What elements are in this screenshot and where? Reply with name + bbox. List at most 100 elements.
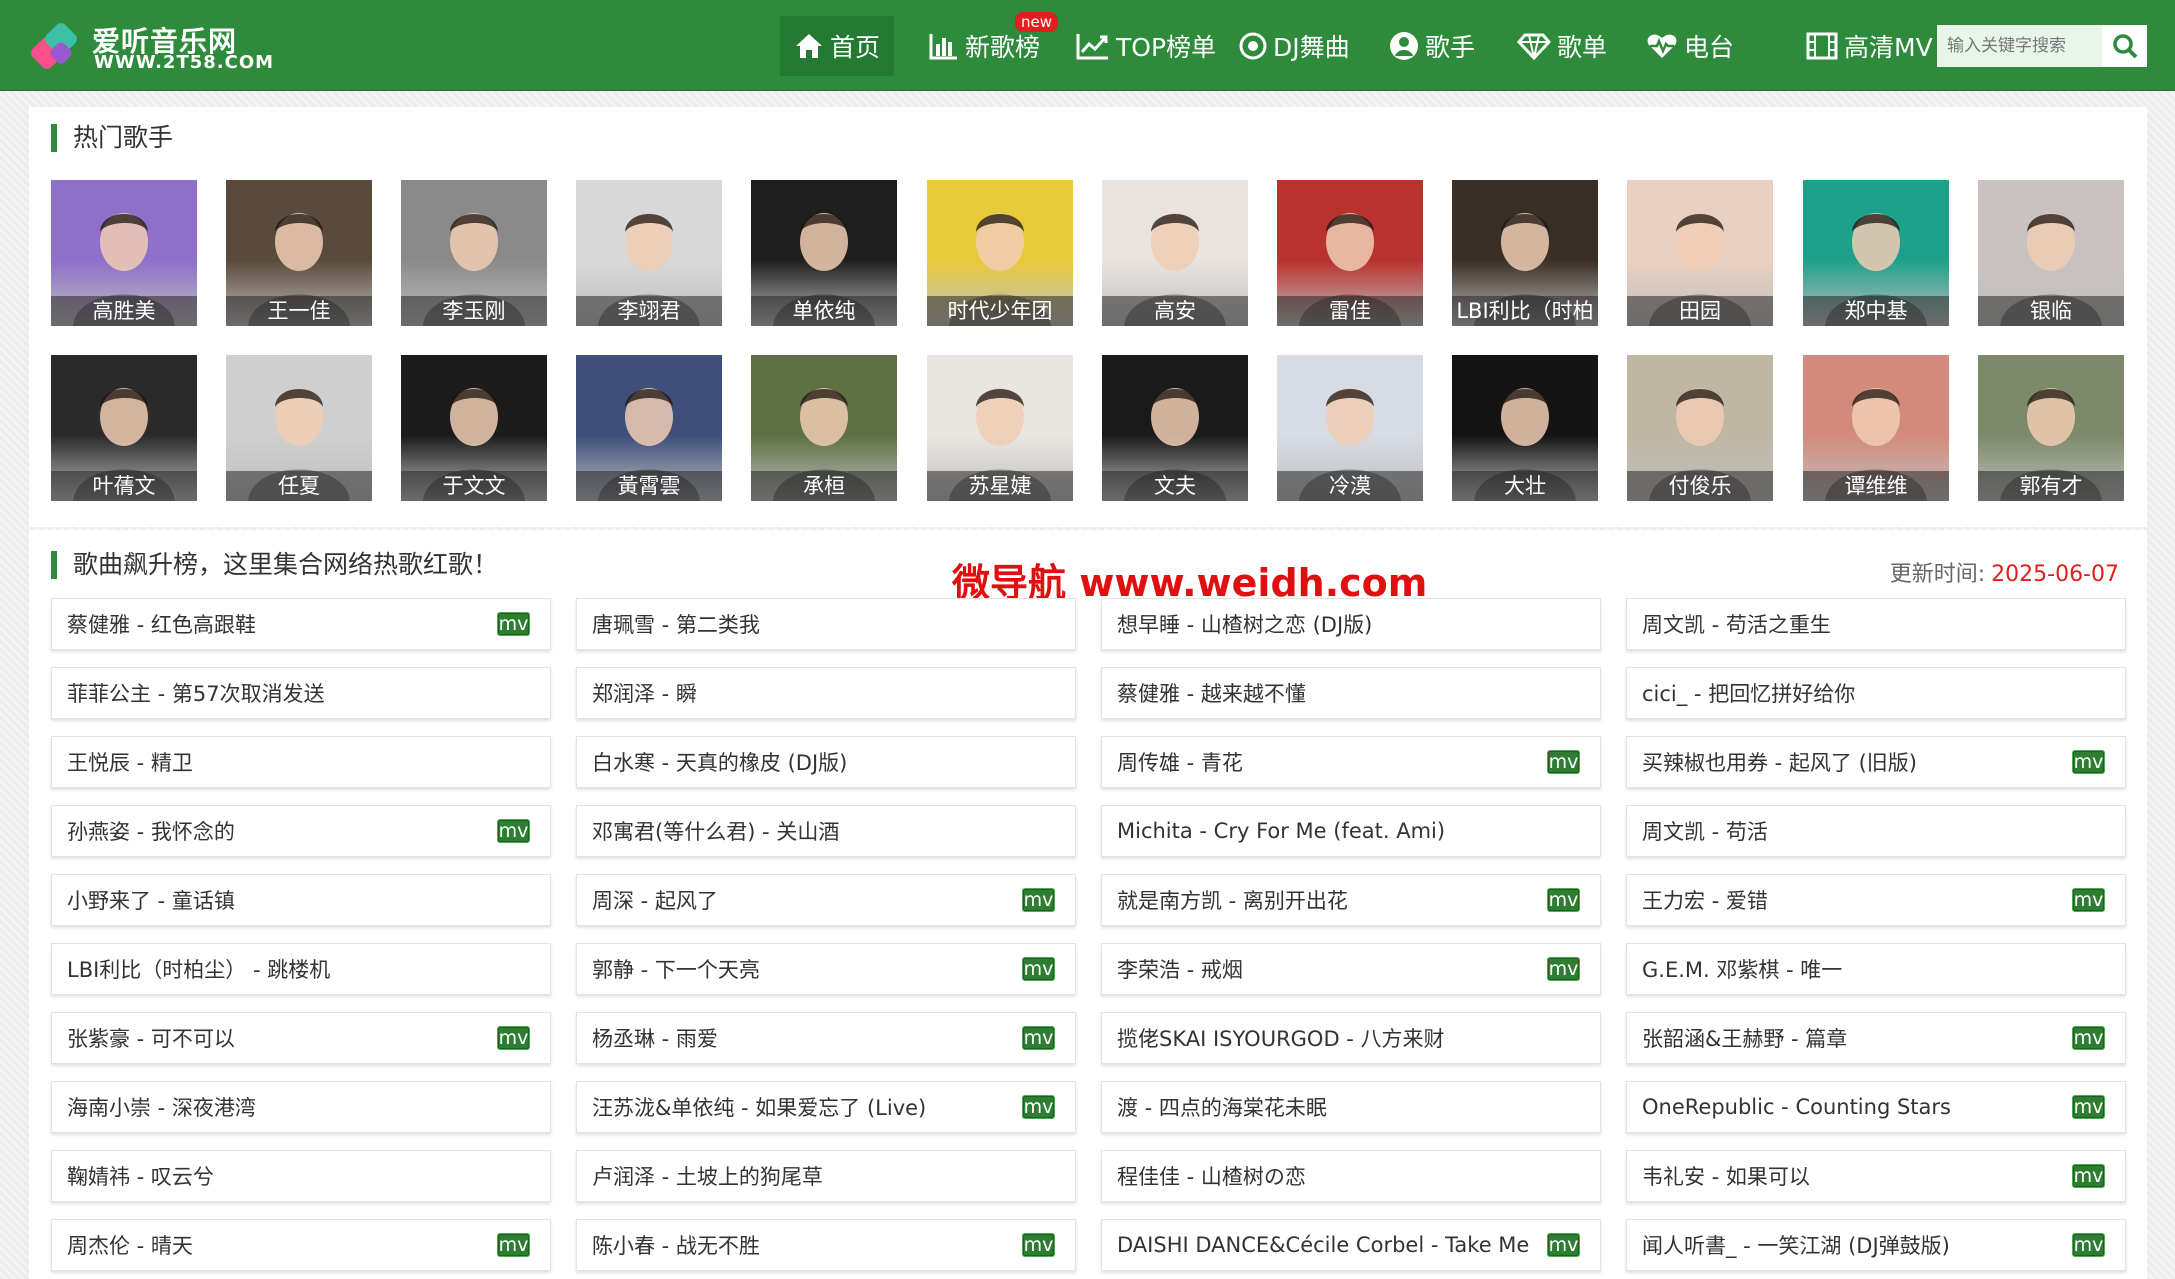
artist-card[interactable]: 李翊君 (576, 180, 722, 326)
nav-new-songs[interactable]: 新歌榜 new (915, 12, 1059, 76)
song-item[interactable]: 郑润泽 - 瞬 (576, 667, 1076, 719)
song-item[interactable]: 邓寓君(等什么君) - 关山酒 (576, 805, 1076, 857)
mv-badge[interactable]: mv (1022, 1095, 1055, 1119)
song-item[interactable]: DAISHI DANCE&Cécile Corbel - Take Me mv (1101, 1219, 1601, 1271)
search-button[interactable] (2102, 25, 2147, 67)
mv-badge[interactable]: mv (2072, 1233, 2105, 1257)
song-item[interactable]: 郭静 - 下一个天亮 mv (576, 943, 1076, 995)
site-logo[interactable]: 爱听音乐网 WWW.2T58.COM (30, 18, 273, 76)
artist-card[interactable]: 黃霄雲 (576, 355, 722, 501)
song-item[interactable]: LBI利比（时柏尘） - 跳楼机 (51, 943, 551, 995)
nav-hd-mv[interactable]: 高清MV (1792, 16, 1947, 76)
song-item[interactable]: 孙燕姿 - 我怀念的 mv (51, 805, 551, 857)
song-item[interactable]: 周深 - 起风了 mv (576, 874, 1076, 926)
mv-badge[interactable]: mv (497, 1026, 530, 1050)
mv-badge[interactable]: mv (2072, 1164, 2105, 1188)
search-box (1937, 25, 2147, 67)
artist-card[interactable]: 谭维维 (1803, 355, 1949, 501)
song-item[interactable]: 唐珮雪 - 第二类我 (576, 598, 1076, 650)
song-item[interactable]: 小野来了 - 童话镇 (51, 874, 551, 926)
song-title: 蔡健雅 - 红色高跟鞋 (67, 613, 256, 637)
artist-card[interactable]: 郑中基 (1803, 180, 1949, 326)
mv-badge[interactable]: mv (2072, 1095, 2105, 1119)
nav-radio[interactable]: 电台 (1632, 16, 1748, 76)
song-item[interactable]: 汪苏泷&单依纯 - 如果爱忘了 (Live) mv (576, 1081, 1076, 1133)
mv-badge[interactable]: mv (1022, 1233, 1055, 1257)
mv-badge[interactable]: mv (2072, 750, 2105, 774)
artist-card[interactable]: 王一佳 (226, 180, 372, 326)
song-item[interactable]: 卢润泽 - 土坡上的狗尾草 (576, 1150, 1076, 1202)
song-title: 闻人听書_ - 一笑江湖 (DJ弹鼓版) (1642, 1234, 1950, 1258)
song-item[interactable]: 海南小崇 - 深夜港湾 (51, 1081, 551, 1133)
artist-card[interactable]: 高胜美 (51, 180, 197, 326)
nav-home[interactable]: 首页 (780, 16, 895, 76)
song-item[interactable]: 揽佬SKAI ISYOURGOD - 八方来财 (1101, 1012, 1601, 1064)
song-item[interactable]: 白水寒 - 天真的橡皮 (DJ版) (576, 736, 1076, 788)
nav-top-charts[interactable]: TOP榜单 (1062, 16, 1230, 76)
artist-card[interactable]: 大壮 (1452, 355, 1598, 501)
artist-card[interactable]: LBI利比（时柏 (1452, 180, 1598, 326)
song-item[interactable]: 菲菲公主 - 第57次取消发送 (51, 667, 551, 719)
artist-card[interactable]: 苏星婕 (927, 355, 1073, 501)
song-item[interactable]: 张紫豪 - 可不可以 mv (51, 1012, 551, 1064)
song-item[interactable]: 杨丞琳 - 雨爱 mv (576, 1012, 1076, 1064)
artist-card[interactable]: 文夫 (1102, 355, 1248, 501)
artist-card[interactable]: 银临 (1978, 180, 2124, 326)
song-item[interactable]: 王力宏 - 爱错 mv (1626, 874, 2126, 926)
song-item[interactable]: 蔡健雅 - 越来越不懂 (1101, 667, 1601, 719)
song-item[interactable]: G.E.M. 邓紫棋 - 唯一 (1626, 943, 2126, 995)
artist-card[interactable]: 叶蒨文 (51, 355, 197, 501)
song-item[interactable]: 渡 - 四点的海棠花未眠 (1101, 1081, 1601, 1133)
artist-card[interactable]: 李玉刚 (401, 180, 547, 326)
song-item[interactable]: 王悦辰 - 精卫 (51, 736, 551, 788)
artist-card[interactable]: 于文文 (401, 355, 547, 501)
song-item[interactable]: 周文凯 - 苟活 (1626, 805, 2126, 857)
song-item[interactable]: Michita - Cry For Me (feat. Ami) (1101, 805, 1601, 857)
nav-dj[interactable]: DJ舞曲 (1225, 16, 1364, 76)
song-item[interactable]: 想早睡 - 山楂树之恋 (DJ版) (1101, 598, 1601, 650)
artist-card[interactable]: 单依纯 (751, 180, 897, 326)
song-item[interactable]: 李荣浩 - 戒烟 mv (1101, 943, 1601, 995)
mv-badge[interactable]: mv (1547, 957, 1580, 981)
mv-badge[interactable]: mv (1022, 1026, 1055, 1050)
mv-badge[interactable]: mv (497, 819, 530, 843)
song-item[interactable]: 程佳佳 - 山楂树の恋 (1101, 1150, 1601, 1202)
mv-badge[interactable]: mv (1547, 888, 1580, 912)
song-item[interactable]: cici_ - 把回忆拼好给你 (1626, 667, 2126, 719)
song-item[interactable]: 周文凯 - 苟活之重生 (1626, 598, 2126, 650)
artist-card[interactable]: 任夏 (226, 355, 372, 501)
song-item[interactable]: 周传雄 - 青花 mv (1101, 736, 1601, 788)
mv-badge[interactable]: mv (2072, 1026, 2105, 1050)
song-title: 渡 - 四点的海棠花未眠 (1117, 1096, 1327, 1120)
mv-badge[interactable]: mv (1022, 957, 1055, 981)
mv-badge[interactable]: mv (497, 612, 530, 636)
artist-card[interactable]: 冷漠 (1277, 355, 1423, 501)
song-item[interactable]: 陈小春 - 战无不胜 mv (576, 1219, 1076, 1271)
artist-card[interactable]: 田园 (1627, 180, 1773, 326)
artist-card[interactable]: 付俊乐 (1627, 355, 1773, 501)
mv-badge[interactable]: mv (2072, 888, 2105, 912)
artist-card[interactable]: 高安 (1102, 180, 1248, 326)
song-item[interactable]: 鞠婧祎 - 叹云兮 (51, 1150, 551, 1202)
song-item[interactable]: 张韶涵&王赫野 - 篇章 mv (1626, 1012, 2126, 1064)
song-item[interactable]: 就是南方凯 - 离别开出花 mv (1101, 874, 1601, 926)
song-item[interactable]: OneRepublic - Counting Stars mv (1626, 1081, 2126, 1133)
artist-card[interactable]: 承桓 (751, 355, 897, 501)
song-item[interactable]: 周杰伦 - 晴天 mv (51, 1219, 551, 1271)
mv-badge[interactable]: mv (1022, 888, 1055, 912)
nav-singers[interactable]: 歌手 (1375, 16, 1489, 76)
song-title: 唐珮雪 - 第二类我 (592, 613, 760, 637)
song-item[interactable]: 闻人听書_ - 一笑江湖 (DJ弹鼓版) mv (1626, 1219, 2126, 1271)
artist-card[interactable]: 雷佳 (1277, 180, 1423, 326)
song-item[interactable]: 蔡健雅 - 红色高跟鞋 mv (51, 598, 551, 650)
song-item[interactable]: 买辣椒也用券 - 起风了 (旧版) mv (1626, 736, 2126, 788)
search-input[interactable] (1937, 25, 2102, 67)
artist-name: 冷漠 (1277, 471, 1423, 501)
song-item[interactable]: 韦礼安 - 如果可以 mv (1626, 1150, 2126, 1202)
mv-badge[interactable]: mv (1547, 1233, 1580, 1257)
mv-badge[interactable]: mv (497, 1233, 530, 1257)
mv-badge[interactable]: mv (1547, 750, 1580, 774)
artist-card[interactable]: 郭有才 (1978, 355, 2124, 501)
artist-card[interactable]: 时代少年团 (927, 180, 1073, 326)
nav-playlists[interactable]: 歌单 (1503, 16, 1621, 76)
